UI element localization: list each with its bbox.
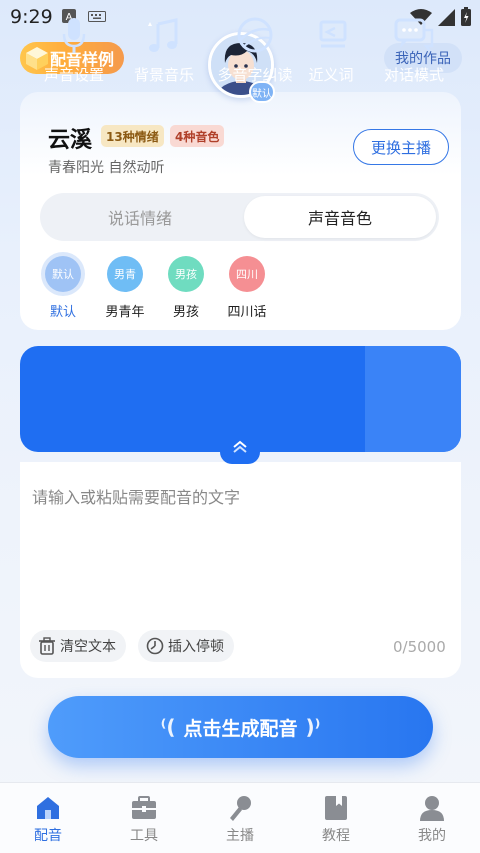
anchor-name: 云溪: [48, 128, 93, 153]
tool-label: 背景音乐: [133, 66, 194, 84]
nav-tools[interactable]: 工具: [114, 791, 174, 845]
clear-text-button[interactable]: 清空文本: [30, 630, 126, 662]
voice-label: 男青年: [105, 305, 145, 320]
nav-tutorial[interactable]: 教程: [306, 791, 366, 845]
tab-emotion[interactable]: 说话情绪: [40, 193, 240, 241]
tab-timbre[interactable]: 声音音色: [244, 196, 436, 238]
voice-option-young-man[interactable]: 男青 男青年: [95, 256, 155, 320]
insert-pause-label: 插入停顿: [168, 639, 224, 655]
tool-strip: [20, 346, 461, 452]
anchor-description: 青春阳光 自然动听: [48, 160, 165, 176]
tool-label: 多音字纠读: [217, 66, 293, 84]
mic-icon: [230, 796, 251, 821]
book-icon: [325, 796, 347, 820]
synonym-icon: [319, 20, 347, 48]
trash-icon: [39, 637, 55, 655]
voice-label: 四川话: [227, 305, 267, 320]
microphone-icon: [62, 18, 86, 53]
nav-dubbing[interactable]: 配音: [18, 791, 78, 845]
voice-circle: 四川: [229, 256, 265, 292]
nav-label: 工具: [130, 828, 158, 844]
clear-text-label: 清空文本: [60, 639, 116, 655]
nav-label: 配音: [34, 828, 62, 844]
chevron-up-icon[interactable]: [231, 440, 249, 454]
voice-option-boy[interactable]: 男孩 男孩: [156, 256, 216, 320]
tool-label: 声音设置: [43, 66, 104, 84]
tool-background-music[interactable]: 背景音乐: [130, 14, 198, 85]
nav-label: 我的: [418, 828, 446, 844]
insert-pause-button[interactable]: 插入停顿: [138, 630, 234, 662]
battery-icon: [461, 7, 471, 26]
tone-count-badge: 4种音色: [170, 125, 225, 147]
voice-circle: 男孩: [168, 256, 204, 292]
change-anchor-button[interactable]: 更换主播: [353, 129, 449, 165]
clock-icon: [146, 637, 164, 655]
music-icon: [148, 18, 178, 52]
tool-label: 近义词: [308, 66, 354, 84]
nav-label: 主播: [226, 828, 254, 844]
voice-option-sichuan[interactable]: 四川 四川话: [217, 256, 277, 320]
nav-mine[interactable]: 我的: [402, 791, 462, 845]
toolbox-icon: [132, 796, 156, 819]
generate-dubbing-button[interactable]: ⁽( 点击生成配音 )⁾: [48, 696, 433, 758]
voice-circle: 默认: [45, 256, 81, 292]
voice-segment-control: 说话情绪 声音音色: [40, 193, 439, 241]
home-icon: [37, 797, 59, 819]
sound-wave-right-icon: )⁾: [305, 715, 321, 739]
character-counter: 0/5000: [393, 638, 446, 656]
sound-wave-left-icon: ⁽(: [160, 715, 176, 739]
globe-icon: [237, 17, 273, 53]
tool-dialogue-mode[interactable]: 对话模式: [375, 14, 453, 85]
text-input[interactable]: 请输入或粘贴需要配音的文字: [32, 484, 240, 508]
voice-circle: 男青: [107, 256, 143, 292]
nav-anchor[interactable]: 主播: [210, 791, 270, 845]
nav-label: 教程: [322, 828, 350, 844]
tool-polyphone[interactable]: 多音字纠读: [216, 14, 294, 85]
voice-label: 默认: [49, 305, 76, 320]
voice-label: 男孩: [172, 305, 199, 320]
bottom-nav: 配音 工具 主播 教程 我的: [0, 782, 480, 853]
tool-label: 对话模式: [383, 66, 444, 84]
profile-icon: [420, 796, 444, 821]
voice-option-default[interactable]: 默认 默认: [33, 256, 93, 320]
generate-label: 点击生成配音: [183, 717, 298, 740]
chat-icon: [394, 18, 434, 52]
tool-synonym[interactable]: 近义词: [305, 14, 357, 85]
emotion-count-badge: 13种情绪: [101, 125, 164, 147]
tool-voice-settings[interactable]: 声音设置: [40, 14, 108, 85]
active-tool-highlight: [365, 346, 461, 452]
